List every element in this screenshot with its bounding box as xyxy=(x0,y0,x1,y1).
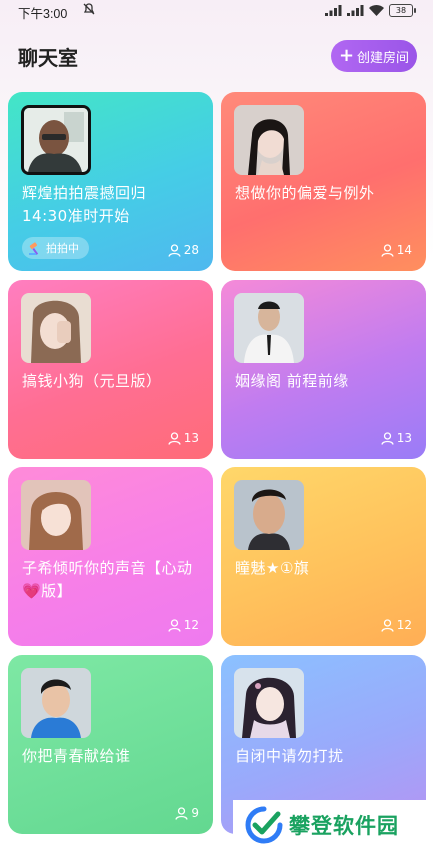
wifi-icon xyxy=(369,5,384,16)
room-card[interactable]: 想做你的偏爱与例外 14 xyxy=(221,92,426,271)
person-icon xyxy=(168,618,181,632)
watermark-logo: 攀登软件园 xyxy=(233,800,433,849)
member-count-value: 9 xyxy=(191,806,199,820)
room-name: 自闭中请勿打扰 xyxy=(235,747,344,765)
member-count-value: 28 xyxy=(183,243,199,257)
member-count-value: 12 xyxy=(396,618,412,632)
status-icons: 38 xyxy=(325,4,416,17)
person-icon xyxy=(381,618,394,632)
room-card[interactable]: 瞳魅★①旗 12 xyxy=(221,467,426,646)
person-icon xyxy=(168,243,181,257)
battery-icon: 38 xyxy=(389,4,416,17)
room-name: 瞳魅★①旗 xyxy=(235,559,310,577)
member-count-value: 14 xyxy=(396,243,412,257)
room-avatar xyxy=(21,480,91,550)
notifications-off-icon xyxy=(82,2,96,19)
room-name: 搞钱小狗（元旦版） xyxy=(22,372,162,390)
person-icon xyxy=(381,431,394,445)
member-count: 12 xyxy=(168,618,199,632)
page-title: 聊天室 xyxy=(18,46,78,70)
room-card[interactable]: 子希倾听你的声音【心动💗版】 12 xyxy=(8,467,213,646)
room-name: 姻缘阁 前程前缘 xyxy=(235,372,349,390)
status-bar: 下午3:00 38 xyxy=(0,0,433,22)
member-count: 14 xyxy=(381,243,412,257)
status-time: 下午3:00 xyxy=(18,7,68,21)
signal-icon xyxy=(347,5,364,16)
room-name: 辉煌拍拍震撼回归 14:30准时开始 xyxy=(22,184,147,225)
room-avatar xyxy=(234,293,304,363)
watermark-text: 攀登软件园 xyxy=(289,813,399,838)
room-avatar xyxy=(21,293,91,363)
live-status-label: 拍拍中 xyxy=(46,242,79,255)
room-name: 你把青春献给谁 xyxy=(22,747,131,765)
auction-icon xyxy=(29,242,39,255)
room-card[interactable]: 辉煌拍拍震撼回归 14:30准时开始 拍拍中 28 xyxy=(8,92,213,271)
member-count: 12 xyxy=(381,618,412,632)
create-room-button[interactable]: + 创建房间 xyxy=(331,40,417,72)
member-count-value: 13 xyxy=(396,431,412,445)
room-avatar xyxy=(234,668,304,738)
member-count: 13 xyxy=(168,431,199,445)
member-count: 28 xyxy=(168,243,199,257)
room-name: 想做你的偏爱与例外 xyxy=(235,184,375,202)
room-name: 子希倾听你的声音【心动💗版】 xyxy=(22,559,193,600)
signal-icon xyxy=(325,5,342,16)
person-icon xyxy=(168,431,181,445)
member-count: 9 xyxy=(175,806,199,820)
check-logo-icon xyxy=(245,806,283,843)
room-avatar xyxy=(21,668,91,738)
person-icon xyxy=(381,243,394,257)
room-card[interactable]: 你把青春献给谁 9 xyxy=(8,655,213,834)
person-icon xyxy=(175,806,189,820)
member-count-value: 13 xyxy=(183,431,199,445)
room-card[interactable]: 搞钱小狗（元旦版） 13 xyxy=(8,280,213,459)
plus-icon: + xyxy=(338,45,355,66)
member-count-value: 12 xyxy=(183,618,199,632)
room-avatar xyxy=(21,105,91,175)
live-status-badge: 拍拍中 xyxy=(22,237,89,259)
create-room-label: 创建房间 xyxy=(357,50,410,66)
room-avatar xyxy=(234,105,304,175)
room-avatar xyxy=(234,480,304,550)
room-card[interactable]: 姻缘阁 前程前缘 13 xyxy=(221,280,426,459)
member-count: 13 xyxy=(381,431,412,445)
